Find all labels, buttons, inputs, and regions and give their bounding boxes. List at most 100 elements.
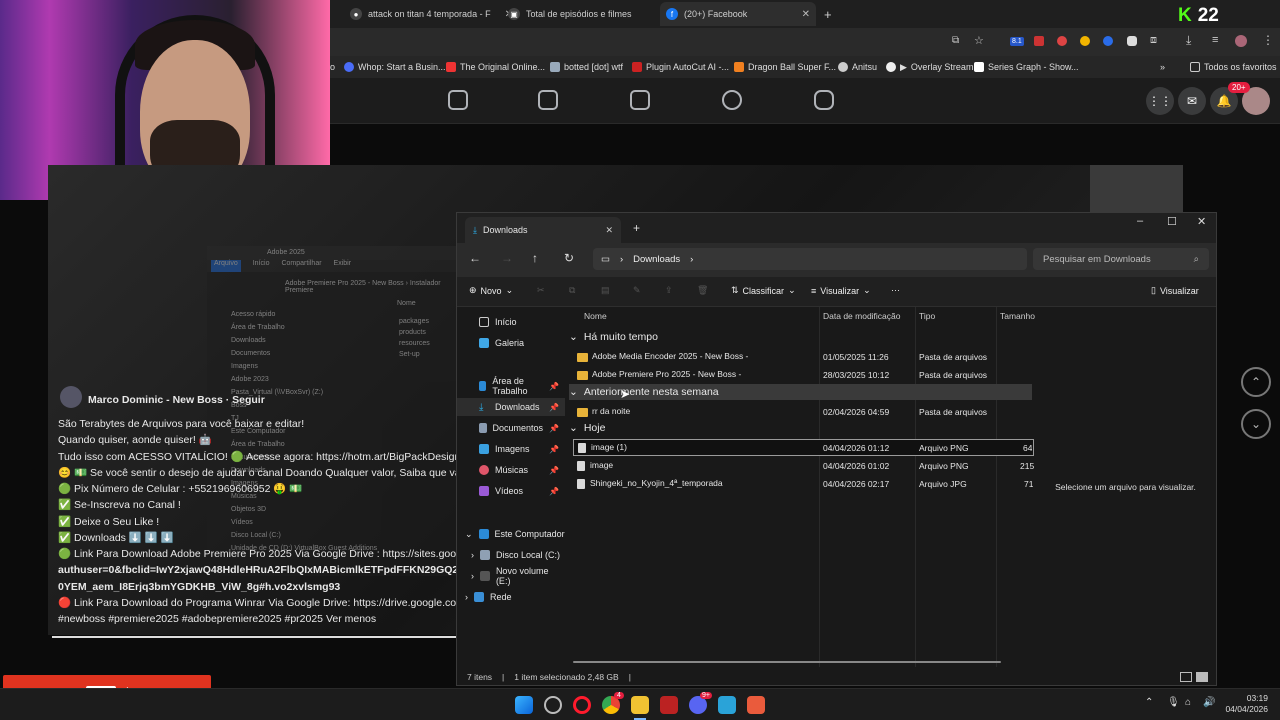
all-bookmarks[interactable]: Todos os favoritos <box>1190 62 1277 72</box>
address-bar[interactable]: ▭ › Downloads › <box>593 248 1027 270</box>
sidebar-item-imagens[interactable]: Imagens 📌 <box>457 440 565 458</box>
extension-icon[interactable] <box>1103 36 1113 46</box>
sidebar-item-documentos[interactable]: Documentos 📌 <box>457 419 565 437</box>
close-icon[interactable]: ✕ <box>802 9 810 20</box>
post-line[interactable]: 0YEM_aem_I8Erjq3bmYGDKHB_ViW_8g#h.vo2xvl… <box>58 579 458 595</box>
scroll-down-button[interactable]: ⌄ <box>1241 409 1271 439</box>
chevron-right-icon[interactable]: › <box>690 254 693 265</box>
details-pane-button[interactable]: ▯ Visualizar <box>1151 285 1199 296</box>
new-tab-button[interactable]: + <box>633 221 640 235</box>
bookmark-item[interactable]: botted [dot] wtf <box>550 62 623 72</box>
chevron-right-icon[interactable]: » <box>1160 62 1165 72</box>
sidebar-item-este-computador[interactable]: ⌄ Este Computador <box>457 525 565 543</box>
table-row[interactable]: image 04/04/2026 01:02 Arquivo PNG 215 <box>573 457 1034 474</box>
browser-tab-1[interactable]: ● attack on titan 4 temporada - F ✕ <box>350 4 513 24</box>
bookmark-item[interactable]: Plugin AutoCut AI -... <box>632 62 729 72</box>
sidebar-item-area-de-trabalho[interactable]: Área de Trabalho 📌 <box>457 376 565 396</box>
opera-icon[interactable] <box>573 696 591 714</box>
group-header[interactable]: ⌄ Anteriormente nesta semana <box>569 384 1032 400</box>
table-row[interactable]: Shingeki_no_Kyojin_4ª_temporada 04/04/20… <box>573 475 1034 492</box>
bookmark-item[interactable]: Anitsu <box>838 62 877 72</box>
extensions-puzzle-icon[interactable]: ⧈ <box>1150 34 1157 47</box>
table-row[interactable]: Adobe Premiere Pro 2025 - New Boss - 28/… <box>573 366 1034 383</box>
file-explorer-icon[interactable] <box>631 696 649 714</box>
sidebar-item-novo-volume[interactable]: › Novo volume (E:) <box>457 566 565 586</box>
bookmark-item[interactable]: o <box>330 62 335 72</box>
extension-badge[interactable]: 8.1 <box>1010 37 1024 46</box>
extension-icon[interactable] <box>1127 36 1137 46</box>
maximize-button[interactable]: ☐ <box>1167 215 1177 228</box>
new-tab-button[interactable]: + <box>824 4 832 24</box>
app-icon[interactable] <box>660 696 678 714</box>
column-header-size[interactable]: Tamanho <box>1000 307 1035 325</box>
close-icon[interactable]: ✕ <box>605 225 613 236</box>
sidebar-item-disco-c[interactable]: › Disco Local (C:) <box>457 546 565 564</box>
chevron-right-icon[interactable]: › <box>471 550 474 560</box>
new-button[interactable]: ⊕ Novo ⌄ <box>469 285 513 296</box>
messenger-icon[interactable]: ✉ <box>1178 87 1206 115</box>
details-view-icon[interactable] <box>1180 672 1192 682</box>
bookmark-item[interactable]: The Original Online... <box>446 62 545 72</box>
post-line[interactable]: #newboss #premiere2025 #adobepremiere202… <box>58 611 458 627</box>
ribbon-tab[interactable]: Exibir <box>334 260 352 272</box>
tab-search-icon[interactable]: ≡ <box>1212 34 1218 46</box>
extension-icon[interactable] <box>1057 36 1067 46</box>
groups-icon[interactable] <box>722 90 742 110</box>
sidebar-item-rede[interactable]: › Rede <box>457 588 565 606</box>
video-progress-bar[interactable] <box>52 636 456 638</box>
menu-grid-icon[interactable]: ⋮⋮ <box>1146 87 1174 115</box>
browser-tab-3[interactable]: f (20+) Facebook ✕ <box>660 2 816 26</box>
ribbon-tab[interactable]: Compartilhar <box>281 260 321 272</box>
post-line[interactable]: 🟢 Link Para Download Adobe Premiere Pro … <box>58 546 458 562</box>
bookmark-item[interactable]: Series Graph - Show... <box>974 62 1079 72</box>
app-icon[interactable] <box>544 696 562 714</box>
up-arrow-icon[interactable]: ↑ <box>532 251 538 265</box>
group-header[interactable]: ⌄ Há muito tempo <box>569 329 1032 345</box>
video-icon[interactable] <box>538 90 558 110</box>
scroll-up-button[interactable]: ⌃ <box>1241 367 1271 397</box>
bookmark-item[interactable]: Dragon Ball Super F... <box>734 62 836 72</box>
bookmark-item[interactable]: Whop: Start a Busin... <box>344 62 446 72</box>
ribbon-tab[interactable]: Início <box>253 260 270 272</box>
gaming-icon[interactable] <box>814 90 834 110</box>
group-header[interactable]: ⌄ Hoje <box>569 420 1032 436</box>
explorer-tab[interactable]: ⤓ Downloads ✕ <box>465 217 621 243</box>
menu-icon[interactable]: ⋮ <box>1262 33 1274 47</box>
extension-icon[interactable] <box>1080 36 1090 46</box>
share-icon[interactable]: ⇪ <box>665 285 673 296</box>
post-line[interactable]: 🔴 Link Para Download do Programa Winrar … <box>58 595 458 611</box>
browser-tab-2[interactable]: ▣ Total de episódios e filmes ✕ <box>508 4 676 24</box>
sidebar-item-galeria[interactable]: Galeria <box>457 334 565 352</box>
view-button[interactable]: ≡ Visualizar ⌄ <box>811 285 871 296</box>
home-icon[interactable] <box>448 90 468 110</box>
column-header-name[interactable]: Nome <box>584 307 607 325</box>
sidebar-item-inicio[interactable]: Início <box>457 313 565 331</box>
install-icon[interactable]: ⧉ <box>952 35 959 46</box>
column-header-date[interactable]: Data de modificação <box>823 307 901 325</box>
sort-button[interactable]: ⇅ Classificar ⌄ <box>731 285 796 296</box>
chevron-down-icon[interactable]: ⌄ <box>465 529 473 540</box>
sidebar-item-musicas[interactable]: Músicas 📌 <box>457 461 565 479</box>
back-arrow-icon[interactable]: ← <box>469 251 481 265</box>
bookmark-item[interactable]: ▶ Overlay Stream <box>886 62 973 73</box>
more-button[interactable]: ··· <box>891 285 900 295</box>
search-input[interactable]: Pesquisar em Downloads ⌕ <box>1033 248 1209 270</box>
sidebar-item-videos[interactable]: Vídeos 📌 <box>457 482 565 500</box>
author-avatar[interactable] <box>60 386 82 408</box>
breadcrumb-downloads[interactable]: Downloads <box>633 254 680 265</box>
follow-link[interactable]: Seguir <box>232 394 265 406</box>
tiles-view-icon[interactable] <box>1196 672 1208 682</box>
volume-icon[interactable]: 🔊 <box>1203 697 1215 708</box>
forward-arrow-icon[interactable]: → <box>501 251 513 265</box>
microphone-icon[interactable]: 🎙 <box>1167 697 1180 708</box>
cut-icon[interactable]: ✂ <box>537 285 545 296</box>
profile-avatar[interactable] <box>1235 35 1247 47</box>
copy-icon[interactable]: ⧉ <box>569 285 575 296</box>
post-line[interactable]: authuser=0&fbclid=IwY2xjawQ48HdleHRuA2Fl… <box>58 562 458 578</box>
column-header-type[interactable]: Tipo <box>919 307 935 325</box>
rename-icon[interactable]: ✎ <box>633 285 641 296</box>
extension-icon[interactable] <box>1034 36 1044 46</box>
post-line[interactable]: Tudo isso com ACESSO VITALÍCIO! 🟢 Acesse… <box>58 449 458 465</box>
app-icon[interactable] <box>747 696 765 714</box>
close-window-button[interactable]: ✕ <box>1197 215 1206 228</box>
